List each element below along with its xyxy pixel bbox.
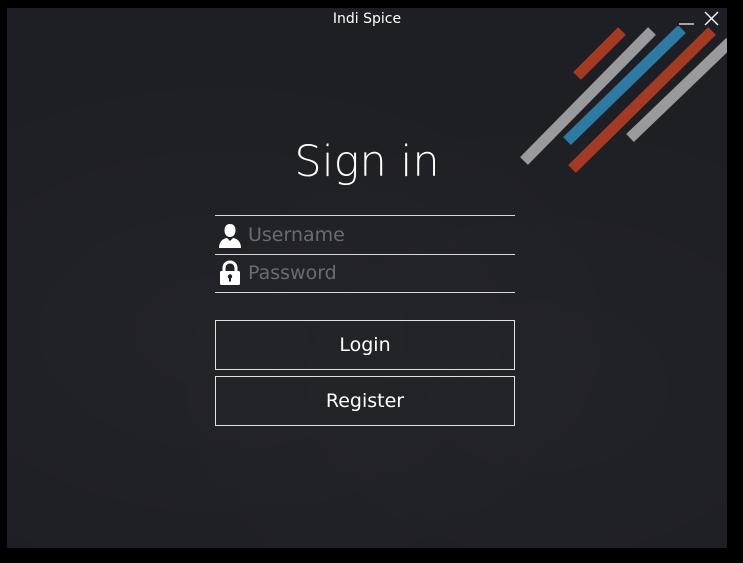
lock-icon bbox=[220, 260, 240, 285]
password-input[interactable] bbox=[248, 258, 508, 288]
username-input[interactable] bbox=[248, 220, 508, 250]
login-button[interactable]: Login bbox=[215, 320, 515, 370]
app-window: Indi Spice Sign in Username Login Regist… bbox=[7, 8, 727, 548]
username-field bbox=[215, 215, 515, 255]
user-icon bbox=[219, 224, 241, 248]
sign-in-heading: Sign in bbox=[294, 137, 440, 187]
register-button[interactable]: Register bbox=[215, 376, 515, 426]
window-title: Indi Spice bbox=[332, 11, 402, 27]
password-field bbox=[215, 254, 515, 293]
